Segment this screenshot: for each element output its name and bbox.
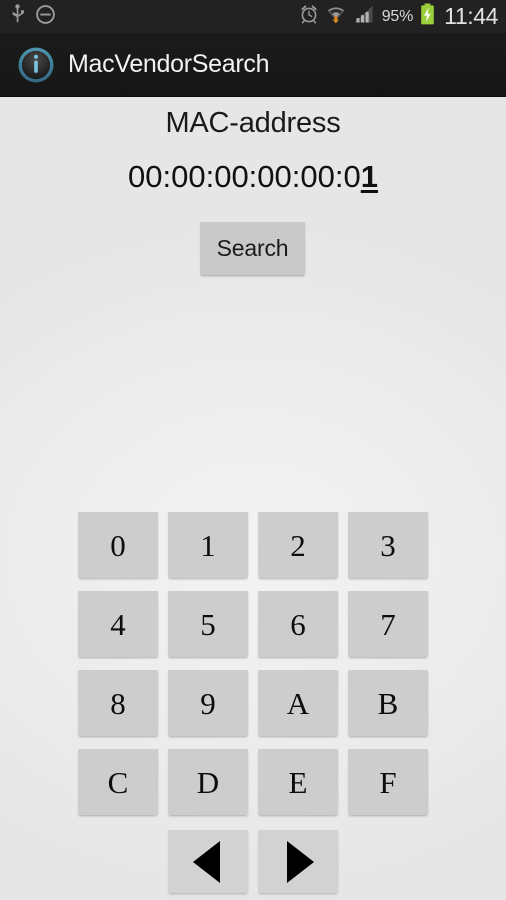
key-3[interactable]: 3: [348, 512, 428, 578]
cursor-navigation: [168, 830, 338, 893]
main-content: MAC-address 00:00:00:00:00:01 Search 0 1…: [0, 97, 506, 900]
keypad-row: 0 1 2 3: [78, 512, 428, 578]
key-0[interactable]: 0: [78, 512, 158, 578]
info-circle-icon: [17, 46, 55, 84]
battery-charging-icon: [420, 3, 435, 30]
app-title-label: MacVendorSearch: [68, 50, 270, 78]
keypad-row: C D E F: [78, 749, 428, 815]
key-7[interactable]: 7: [348, 591, 428, 657]
key-d[interactable]: D: [168, 749, 248, 815]
clock-label: 11:44: [444, 3, 498, 29]
key-6[interactable]: 6: [258, 591, 338, 657]
alarm-clock-icon: [299, 4, 319, 29]
status-bar-left-icons: [10, 4, 56, 30]
do-not-disturb-icon: [35, 4, 56, 30]
mac-address-prefix: 00:00:00:00:00:0: [128, 159, 361, 194]
wifi-download-icon: [326, 4, 346, 29]
mac-address-label: MAC-address: [165, 107, 341, 139]
key-b[interactable]: B: [348, 670, 428, 736]
key-a[interactable]: A: [258, 670, 338, 736]
key-c[interactable]: C: [78, 749, 158, 815]
next-digit-button[interactable]: [258, 830, 338, 893]
mac-address-value[interactable]: 00:00:00:00:00:01: [0, 159, 506, 195]
usb-icon: [10, 4, 25, 29]
app-title-bar: MacVendorSearch: [0, 33, 506, 97]
key-4[interactable]: 4: [78, 591, 158, 657]
status-bar-right-icons: 95% 11:44: [299, 3, 498, 30]
key-1[interactable]: 1: [168, 512, 248, 578]
battery-percent-label: 95%: [381, 7, 414, 25]
app-screen: 95% 11:44 MacVendorSearch MAC-address 00…: [0, 0, 506, 900]
key-8[interactable]: 8: [78, 670, 158, 736]
key-2[interactable]: 2: [258, 512, 338, 578]
previous-digit-button[interactable]: [168, 830, 248, 893]
keypad-row: 8 9 A B: [78, 670, 428, 736]
keypad-row: 4 5 6 7: [78, 591, 428, 657]
triangle-right-icon: [286, 840, 314, 883]
key-f[interactable]: F: [348, 749, 428, 815]
signal-bars-icon: [353, 4, 375, 29]
status-bar: 95% 11:44: [0, 0, 506, 33]
key-5[interactable]: 5: [168, 591, 248, 657]
triangle-left-icon: [192, 840, 220, 883]
search-button[interactable]: Search: [200, 222, 305, 275]
mac-address-cursor-digit: 1: [360, 159, 378, 194]
key-9[interactable]: 9: [168, 670, 248, 736]
key-e[interactable]: E: [258, 749, 338, 815]
hex-keypad: 0 1 2 3 4 5 6 7 8 9 A B C D E F: [78, 512, 428, 828]
